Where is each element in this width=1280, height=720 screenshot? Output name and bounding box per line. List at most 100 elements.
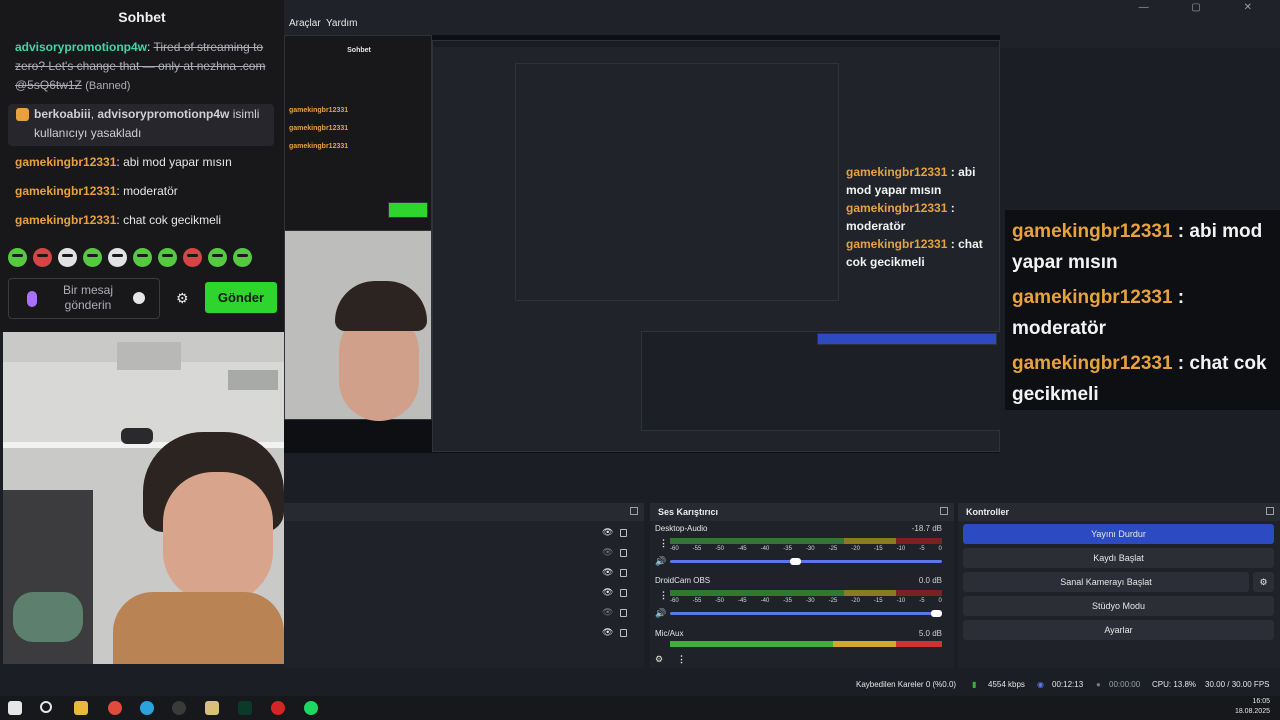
speaker-icon[interactable]: 🔊 (655, 608, 666, 619)
spotify-icon[interactable] (304, 701, 318, 715)
mixer-menu-icon[interactable]: ⋮ (677, 654, 686, 665)
emoji-icon[interactable] (133, 292, 145, 304)
cpu-usage: CPU: 13.8% (1152, 680, 1197, 689)
scale-tick: 0 (938, 598, 942, 604)
emote-icon[interactable] (58, 248, 77, 267)
lock-icon[interactable] (620, 609, 627, 617)
speaker-icon[interactable]: 🔊 (655, 556, 666, 567)
signal-icon: ▮ (972, 680, 977, 689)
lock-icon[interactable] (620, 549, 627, 557)
overlay-line: gamekingbr12331 : moderatör (1012, 287, 1185, 339)
windows-start-icon[interactable] (8, 701, 22, 715)
visibility-eye-icon[interactable]: 👁 (602, 547, 613, 558)
chat-username[interactable]: gamekingbr12331 (15, 184, 116, 198)
chat-message-text: moderatör (123, 184, 178, 198)
chat-username[interactable]: gamekingbr12331 (15, 155, 116, 169)
scale-tick: -20 (851, 598, 860, 604)
preview-canvas[interactable]: Sohbet gamekingbr12331 gamekingbr12331 g… (284, 35, 1000, 453)
lock-icon[interactable] (620, 629, 627, 637)
audio-mixer-title: Ses Karıştırıcı (650, 503, 954, 521)
emote-icon[interactable] (133, 248, 152, 267)
nested-webcam (284, 230, 432, 421)
emote-icon[interactable] (183, 248, 202, 267)
visibility-eye-icon[interactable]: 👁 (602, 527, 613, 538)
volume-knob[interactable] (789, 558, 801, 565)
chat-username[interactable]: advisorypromotionp4w (15, 40, 147, 54)
window-controls[interactable]: — ▢ ✕ (1139, 2, 1272, 13)
emote-icon[interactable] (8, 248, 27, 267)
volume-slider[interactable] (670, 560, 942, 563)
mixer-settings-gear-icon[interactable]: ⚙ (655, 654, 663, 665)
scale-tick: -5 (919, 546, 925, 552)
mic-icon[interactable] (27, 291, 37, 307)
chat-message: advisorypromotionp4w: Tired of streaming… (15, 40, 266, 92)
nested-send (388, 202, 428, 218)
channel-menu-icon[interactable]: ⋮ (659, 538, 668, 549)
chat-username[interactable]: gamekingbr12331 (15, 213, 116, 227)
start-recording-button[interactable]: Kaydı Başlat (963, 548, 1274, 568)
menu-araclar[interactable]: Araçlar (289, 18, 321, 29)
visibility-eye-icon[interactable]: 👁 (602, 627, 613, 638)
lock-icon[interactable] (620, 589, 627, 597)
file-explorer-icon[interactable] (74, 701, 88, 715)
search-icon[interactable] (40, 701, 52, 713)
scale-tick: -5 (919, 598, 925, 604)
chrome-icon[interactable] (108, 701, 122, 715)
stop-streaming-button[interactable]: Yayını Durdur (963, 524, 1274, 544)
channel-db: -18.7 dB (911, 524, 942, 533)
emote-icon[interactable] (158, 248, 177, 267)
chat-title: Sohbet (118, 9, 166, 25)
nested-stop-button (817, 333, 997, 345)
dock-popout-icon[interactable] (1266, 507, 1274, 515)
visibility-eye-icon[interactable]: 👁 (602, 587, 613, 598)
emote-icon[interactable] (108, 248, 127, 267)
sources-dock: 👁 👁 👁 👁 👁 👁 (284, 503, 644, 668)
nested-obs-window-inner (515, 63, 839, 301)
scale-tick: -30 (805, 546, 815, 552)
scale-tick: -25 (828, 598, 838, 604)
chat-input[interactable]: Bir mesaj gönderin (8, 278, 160, 319)
virtual-camera-settings-gear-icon[interactable]: ⚙ (1253, 572, 1274, 592)
meter-scale: -60 -55 -50 -45 -40 -35 -30 -25 -20 -15 -10 -5 0 (670, 598, 942, 604)
emote-icon[interactable] (83, 248, 102, 267)
menu-yardim[interactable]: Yardım (326, 18, 358, 29)
bitrate: 4554 kbps (988, 680, 1025, 689)
emote-bar (8, 248, 252, 267)
overlay-line: gamekingbr12331 : chat cok gecikmeli (1012, 353, 1267, 405)
taskbar: 16:05 18.08.2025 (0, 696, 1280, 720)
audition-icon[interactable] (238, 701, 252, 715)
taskbar-clock[interactable]: 16:05 18.08.2025 (1235, 697, 1270, 717)
volume-slider[interactable] (670, 612, 942, 615)
chat-message-text: chat cok gecikmeli (123, 213, 222, 227)
channel-db: 0.0 dB (918, 576, 942, 585)
lock-icon[interactable] (620, 529, 627, 537)
visibility-eye-icon[interactable]: 👁 (602, 607, 613, 618)
telegram-icon[interactable] (140, 701, 154, 715)
send-button[interactable]: Gönder (205, 282, 277, 313)
obs-icon[interactable] (172, 701, 186, 715)
scale-tick: -45 (737, 546, 747, 552)
scale-tick: 0 (938, 546, 942, 552)
channel-name: Desktop-Audio (655, 524, 708, 533)
emote-icon[interactable] (233, 248, 252, 267)
start-virtual-camera-button[interactable]: Sanal Kamerayı Başlat (963, 572, 1249, 592)
scale-tick: -60 (670, 546, 679, 552)
banned-tag: (Banned) (85, 80, 131, 92)
chat-settings-gear-icon[interactable]: ⚙ (176, 290, 189, 307)
controls-dock: Kontroller Yayını Durdur Kaydı Başlat Sa… (958, 503, 1280, 668)
lock-icon[interactable] (620, 569, 627, 577)
volume-knob[interactable] (931, 610, 942, 617)
studio-mode-button[interactable]: Stüdyo Modu (963, 596, 1274, 616)
dock-popout-icon[interactable] (630, 507, 638, 515)
channel-menu-icon[interactable]: ⋮ (659, 590, 668, 601)
settings-button[interactable]: Ayarlar (963, 620, 1274, 640)
opera-icon[interactable] (271, 701, 285, 715)
scale-tick: -35 (783, 598, 792, 604)
emote-icon[interactable] (33, 248, 52, 267)
visibility-eye-icon[interactable]: 👁 (602, 567, 613, 578)
dock-popout-icon[interactable] (940, 507, 948, 515)
winrar-icon[interactable] (205, 701, 219, 715)
chat-message: gamekingbr12331: moderatör (15, 184, 178, 198)
mod-actor: berkoabiii (34, 107, 91, 121)
emote-icon[interactable] (208, 248, 227, 267)
